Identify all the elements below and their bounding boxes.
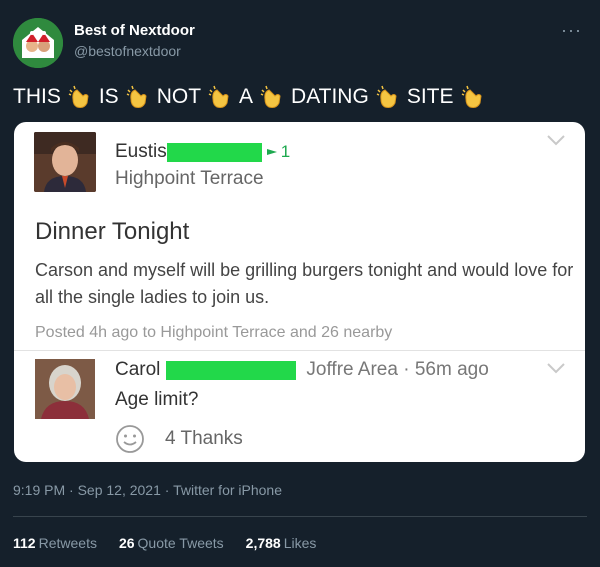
redaction-bar [166, 142, 262, 162]
divider [14, 350, 585, 351]
badge-count: 1 [280, 142, 291, 161]
author-handle[interactable]: @bestofnextdoor [74, 43, 181, 59]
post-author-avatar [34, 132, 96, 192]
reply-author-avatar [35, 359, 95, 419]
attached-image[interactable]: Eustis 1 Highpoint Terrace Dinner Tonigh… [14, 122, 585, 462]
divider [13, 516, 587, 517]
post-title: Dinner Tonight [35, 218, 190, 245]
chevron-down-icon [547, 135, 565, 146]
likes-label: Likes [283, 535, 317, 551]
reply-author: Carol Joffre Area · 56m ago [115, 359, 489, 381]
tweet-word: IS [98, 85, 119, 108]
tweet-word: SITE [406, 85, 454, 108]
tweet-timestamp[interactable]: 9:19 PM · Sep 12, 2021 · Twitter for iPh… [13, 482, 282, 498]
retweets-label: Retweets [38, 535, 97, 551]
chevron-down-icon [547, 363, 565, 374]
clapping-hands-icon [460, 84, 486, 110]
quotes-count: 26 [118, 535, 135, 551]
reply-text: Age limit? [115, 389, 199, 410]
post-author: Eustis 1 [115, 141, 290, 163]
clapping-hands-icon [67, 84, 93, 110]
leaf-icon [266, 149, 277, 155]
clapping-hands-icon [207, 84, 233, 110]
reply-author-name: Carol [115, 359, 161, 380]
retweets-count: 112 [13, 535, 36, 551]
thanks-count: 4 Thanks [165, 428, 243, 449]
post-location: Highpoint Terrace [115, 168, 264, 189]
tweet-word: DATING [291, 85, 369, 108]
author-name[interactable]: Best of Nextdoor [74, 22, 195, 39]
tweet-text: THIS IS NOT A DATING SITE [13, 84, 488, 110]
likes-count: 2,788 [245, 535, 281, 551]
more-options-icon[interactable]: ··· [561, 20, 582, 41]
tweet-word: NOT [156, 85, 202, 108]
thanks: 4 Thanks [115, 424, 243, 454]
quote-tweets-link[interactable]: 26 Quote Tweets [119, 535, 224, 551]
quotes-label: Quote Tweets [137, 535, 224, 551]
retweets-link[interactable]: 112 Retweets [13, 535, 97, 551]
post-meta: Posted 4h ago to Highpoint Terrace and 2… [35, 324, 393, 341]
clapping-hands-icon [375, 84, 401, 110]
likes-link[interactable]: 2,788 Likes [246, 535, 317, 551]
clapping-hands-icon [259, 84, 285, 110]
redaction-bar [166, 360, 297, 380]
clapping-hands-icon [125, 84, 151, 110]
tweet-word: THIS [13, 85, 61, 108]
profile-avatar[interactable] [13, 18, 63, 68]
post-author-name: Eustis [115, 141, 167, 162]
reply-meta: Joffre Area · 56m ago [306, 359, 489, 380]
engagement-stats: 112 Retweets 26 Quote Tweets 2,788 Likes [13, 535, 316, 551]
smiley-icon [116, 425, 144, 453]
badge: 1 [266, 142, 290, 162]
post-body: Carson and myself will be grilling burge… [35, 260, 574, 307]
tweet-word: A [239, 85, 254, 108]
